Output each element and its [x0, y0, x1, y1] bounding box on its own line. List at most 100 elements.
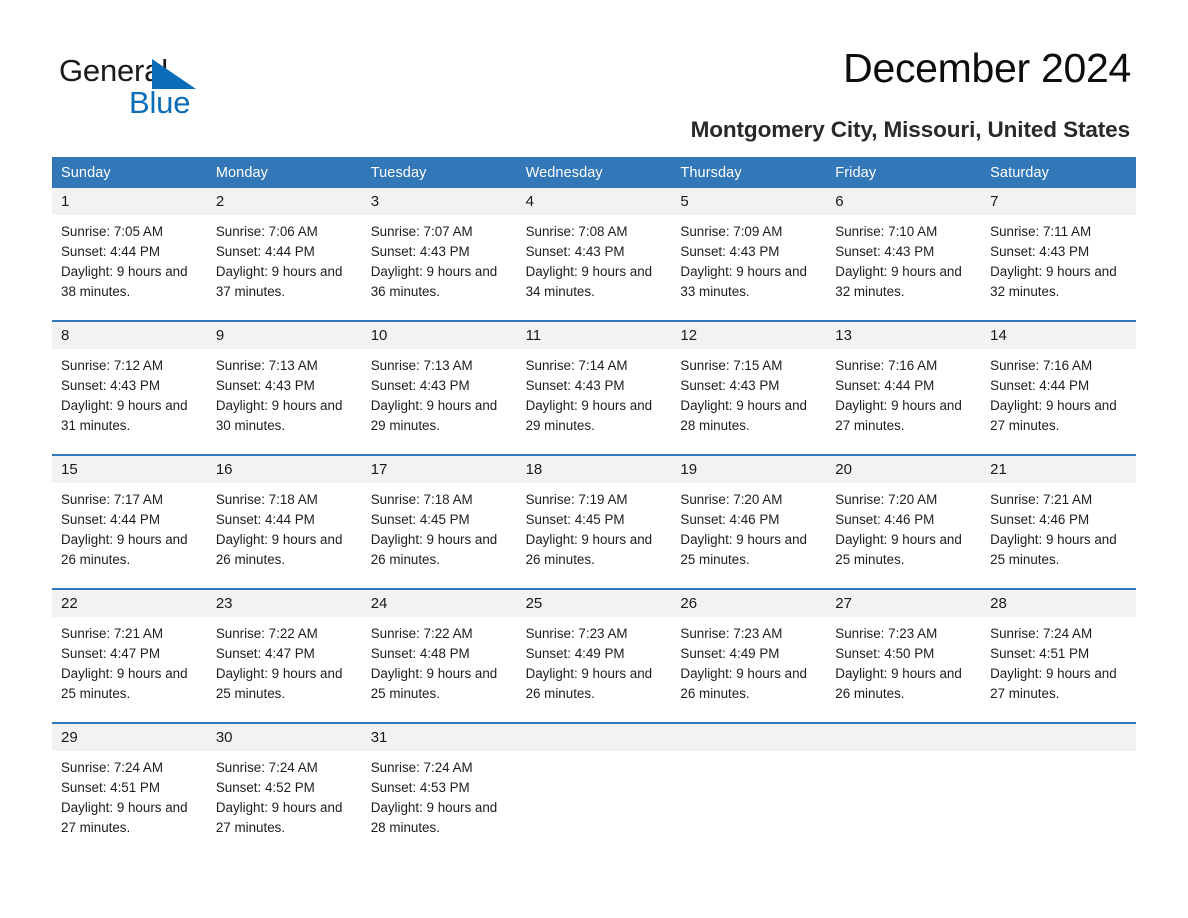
day-detail-cell: Sunrise: 7:08 AM Sunset: 4:43 PM Daylight:…	[517, 222, 672, 320]
sunset-text: Sunset: 4:51 PM	[61, 780, 160, 796]
day-number[interactable]: 6	[826, 188, 981, 215]
day-number[interactable]: 1	[52, 188, 207, 215]
day-detail-cell: Sunrise: 7:16 AM Sunset: 4:44 PM Daylight:…	[826, 356, 981, 454]
day-detail-cell: Sunrise: 7:09 AM Sunset: 4:43 PM Daylight:…	[671, 222, 826, 320]
day-number[interactable]: 15	[52, 456, 207, 483]
sunset-text: Sunset: 4:43 PM	[370, 244, 470, 260]
day-detail-cell: Sunrise: 7:24 AM Sunset: 4:52 PM Daylight:…	[207, 758, 362, 855]
day-number[interactable]: 31	[362, 724, 517, 751]
daylight-text: Daylight: 9 hours and 25 minutes.	[835, 532, 962, 568]
calendar-week-row: 29 30 31 Sunrise: 7:24 AM Sunset: 4:51 PM Day…	[52, 722, 1136, 855]
day-number[interactable]: 30	[207, 724, 362, 751]
day-number[interactable]: 2	[207, 188, 362, 215]
sunrise-text: Sunrise: 7:24 AM	[215, 760, 318, 775]
day-number[interactable]: 24	[362, 590, 517, 617]
sunset-text: Sunset: 4:43 PM	[835, 244, 935, 260]
day-cell-empty	[671, 724, 826, 751]
day-number[interactable]: 4	[517, 188, 672, 215]
day-number[interactable]: 13	[826, 322, 981, 349]
day-detail-cell: Sunrise: 7:14 AM Sunset: 4:43 PM Daylight:…	[517, 356, 672, 454]
daylight-text: Daylight: 9 hours and 26 minutes.	[525, 532, 653, 568]
sunrise-text: Sunrise: 7:15 AM	[680, 358, 783, 373]
day-detail-cell: Sunrise: 7:23 AM Sunset: 4:49 PM Daylight:…	[517, 624, 672, 722]
week-daynumber-row: 22 23 24 25 26 27 28	[52, 590, 1136, 617]
sunset-text: Sunset: 4:44 PM	[835, 378, 935, 394]
day-number[interactable]: 29	[52, 724, 207, 751]
sunset-text: Sunset: 4:52 PM	[215, 780, 315, 796]
day-number[interactable]: 10	[362, 322, 517, 349]
daylight-text: Daylight: 9 hours and 36 minutes.	[370, 264, 498, 300]
day-detail-cell: Sunrise: 7:21 AM Sunset: 4:46 PM Daylight:…	[981, 490, 1136, 588]
day-cell-empty	[981, 724, 1136, 751]
day-detail-cell-empty	[517, 758, 672, 855]
sunset-text: Sunset: 4:43 PM	[680, 378, 780, 394]
sunrise-text: Sunrise: 7:11 AM	[990, 224, 1092, 239]
day-detail-cell: Sunrise: 7:24 AM Sunset: 4:51 PM Daylight:…	[981, 624, 1136, 722]
sunrise-text: Sunrise: 7:24 AM	[990, 626, 1093, 641]
day-detail-cell: Sunrise: 7:13 AM Sunset: 4:43 PM Daylight:…	[362, 356, 517, 454]
sunrise-text: Sunrise: 7:06 AM	[215, 224, 318, 239]
day-number[interactable]: 19	[671, 456, 826, 483]
sunrise-text: Sunrise: 7:19 AM	[525, 492, 628, 507]
sunset-text: Sunset: 4:43 PM	[61, 378, 160, 394]
day-number[interactable]: 26	[671, 590, 826, 617]
day-detail-cell: Sunrise: 7:06 AM Sunset: 4:44 PM Daylight:…	[207, 222, 362, 320]
sunset-text: Sunset: 4:46 PM	[680, 512, 780, 528]
daylight-text: Daylight: 9 hours and 27 minutes.	[835, 398, 962, 434]
day-number[interactable]: 28	[981, 590, 1136, 617]
daylight-text: Daylight: 9 hours and 27 minutes.	[61, 800, 188, 836]
sunset-text: Sunset: 4:47 PM	[215, 646, 315, 662]
location-subtitle: Montgomery City, Missouri, United States	[690, 117, 1130, 142]
day-number[interactable]: 14	[981, 322, 1136, 349]
day-number[interactable]: 11	[517, 322, 672, 349]
day-number[interactable]: 9	[207, 322, 362, 349]
daylight-text: Daylight: 9 hours and 27 minutes.	[990, 666, 1117, 702]
daylight-text: Daylight: 9 hours and 31 minutes.	[61, 398, 188, 434]
sunset-text: Sunset: 4:44 PM	[215, 512, 315, 528]
day-header-thursday: Thursday	[680, 164, 742, 181]
day-number[interactable]: 21	[981, 456, 1136, 483]
sunrise-text: Sunrise: 7:10 AM	[835, 224, 938, 239]
day-detail-cell: Sunrise: 7:07 AM Sunset: 4:43 PM Daylight:…	[362, 222, 517, 320]
sunrise-text: Sunrise: 7:16 AM	[835, 358, 938, 373]
day-number[interactable]: 8	[52, 322, 207, 349]
day-number[interactable]: 22	[52, 590, 207, 617]
day-cell-empty	[517, 724, 672, 751]
day-number[interactable]: 7	[981, 188, 1136, 215]
day-header-wednesday: Wednesday	[525, 164, 603, 181]
calendar-page: General Blue December 2024 Montgomery Ci…	[0, 0, 1188, 918]
day-detail-cell: Sunrise: 7:16 AM Sunset: 4:44 PM Daylight:…	[981, 356, 1136, 454]
daylight-text: Daylight: 9 hours and 32 minutes.	[990, 264, 1117, 300]
week-detail-row: Sunrise: 7:17 AM Sunset: 4:44 PM Daylight:…	[52, 483, 1136, 588]
day-number[interactable]: 18	[517, 456, 672, 483]
day-header-friday: Friday	[835, 164, 877, 181]
daylight-text: Daylight: 9 hours and 28 minutes.	[680, 398, 807, 434]
day-number[interactable]: 17	[362, 456, 517, 483]
week-detail-row: Sunrise: 7:24 AM Sunset: 4:51 PM Daylight:…	[52, 751, 1136, 855]
day-number[interactable]: 20	[826, 456, 981, 483]
sunrise-text: Sunrise: 7:14 AM	[525, 358, 628, 373]
day-number[interactable]: 27	[826, 590, 981, 617]
day-number[interactable]: 3	[362, 188, 517, 215]
day-header-saturday: Saturday	[990, 164, 1049, 181]
daylight-text: Daylight: 9 hours and 25 minutes.	[61, 666, 188, 702]
page-title: December 2024	[843, 45, 1131, 91]
daylight-text: Daylight: 9 hours and 38 minutes.	[61, 264, 188, 300]
generalblue-logo[interactable]: General Blue	[59, 52, 259, 120]
logo-text-blue: Blue	[129, 85, 191, 120]
day-number[interactable]: 12	[671, 322, 826, 349]
sunset-text: Sunset: 4:43 PM	[525, 378, 625, 394]
sunset-text: Sunset: 4:43 PM	[525, 244, 625, 260]
daylight-text: Daylight: 9 hours and 26 minutes.	[835, 666, 962, 702]
daylight-text: Daylight: 9 hours and 28 minutes.	[370, 800, 498, 836]
day-number[interactable]: 23	[207, 590, 362, 617]
day-header-sunday: Sunday	[61, 164, 111, 181]
day-of-week-header-row: Sunday Monday Tuesday Wednesday Thursday Frid…	[52, 157, 1136, 188]
day-detail-cell: Sunrise: 7:15 AM Sunset: 4:43 PM Daylight:…	[671, 356, 826, 454]
day-number[interactable]: 16	[207, 456, 362, 483]
day-number[interactable]: 5	[671, 188, 826, 215]
sunrise-text: Sunrise: 7:20 AM	[835, 492, 938, 507]
day-number[interactable]: 25	[517, 590, 672, 617]
day-header-tuesday: Tuesday	[370, 164, 427, 181]
calendar-week-row: 1 2 3 4 5 6 7 Sunrise: 7:05 AM Sunset: 4:44 PM Da…	[52, 188, 1136, 320]
